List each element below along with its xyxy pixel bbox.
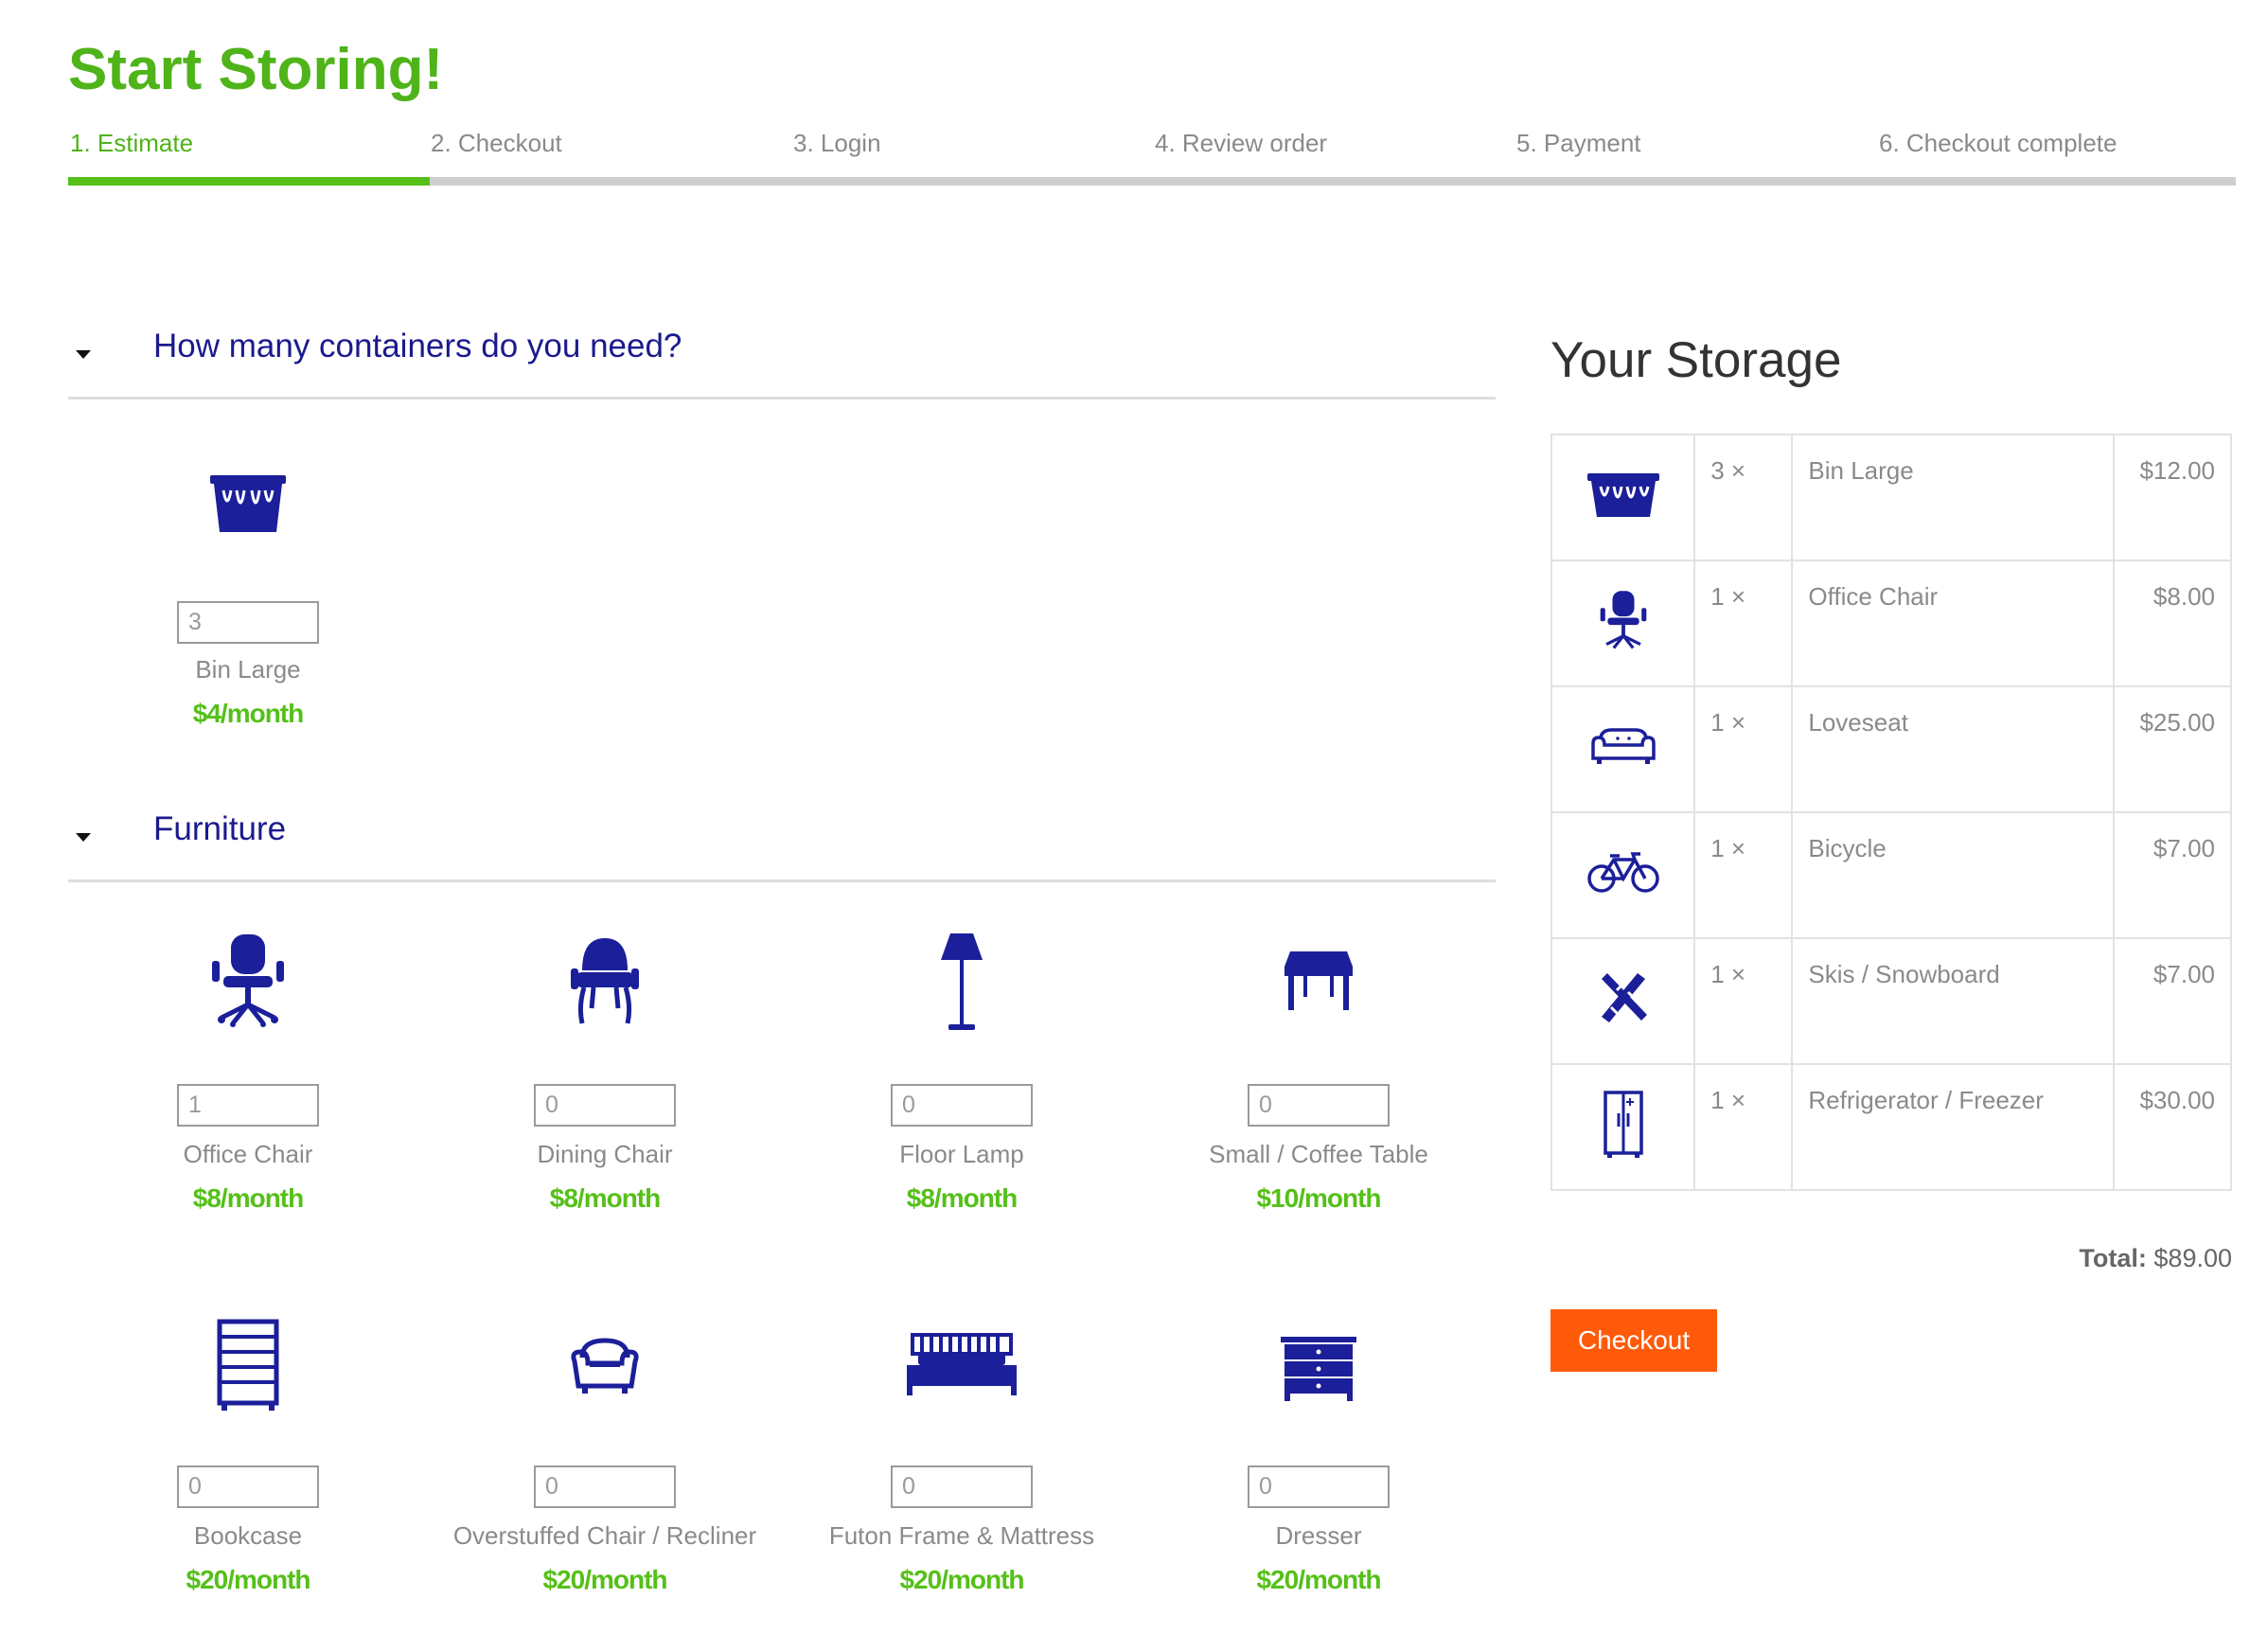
floor-lamp-icon	[941, 933, 983, 1030]
section-divider	[68, 879, 1496, 882]
table-row: 1 × Loveseat $25.00	[1550, 685, 2232, 813]
section-divider	[68, 397, 1496, 400]
row-price: $7.00	[2113, 937, 2232, 1065]
item-price: $20/month	[1256, 1565, 1381, 1594]
total-value: $89.00	[2153, 1244, 2232, 1272]
bookcase-icon	[217, 1319, 279, 1411]
containers-section-header[interactable]: How many containers do you need?	[68, 328, 1496, 384]
floor-lamp-quantity-input[interactable]	[891, 1084, 1033, 1127]
step-progress-fill	[68, 177, 430, 186]
row-price: $8.00	[2113, 559, 2232, 687]
bin-icon	[1586, 473, 1659, 517]
row-price: $7.00	[2113, 811, 2232, 939]
row-name: Loveseat	[1791, 685, 2116, 813]
table-row: 1 × Bicycle $7.00	[1550, 811, 2232, 939]
checkout-button[interactable]: Checkout	[1550, 1309, 1717, 1372]
step-payment[interactable]: 5. Payment	[1516, 129, 1641, 158]
furniture-section-title: Furniture	[153, 810, 287, 847]
item-name: Office Chair	[183, 1140, 313, 1168]
office-chair-icon	[1600, 591, 1646, 649]
item-name: Bookcase	[193, 1521, 303, 1550]
row-name: Refrigerator / Freezer	[1791, 1063, 2116, 1191]
table-row: 1 × Skis / Snowboard $7.00	[1550, 937, 2232, 1065]
row-name: Bicycle	[1791, 811, 2116, 939]
step-estimate[interactable]: 1. Estimate	[70, 129, 193, 158]
row-price: $30.00	[2113, 1063, 2232, 1191]
storage-summary-table: 3 × Bin Large $12.00 1 × Office Chair $8…	[1550, 434, 2232, 1191]
item-price: $4/month	[192, 699, 304, 728]
bookcase-quantity-input[interactable]	[177, 1465, 319, 1508]
row-quantity: 3 ×	[1693, 434, 1794, 561]
office-chair-icon	[212, 934, 284, 1027]
furniture-section-header[interactable]: Furniture	[68, 810, 1496, 867]
bed-icon	[907, 1333, 1017, 1395]
order-total: Total: $89.00	[1550, 1244, 2232, 1273]
item-name: Dining Chair	[537, 1140, 673, 1168]
table-row: 3 × Bin Large $12.00	[1550, 434, 2232, 561]
coffee-table-quantity-input[interactable]	[1248, 1084, 1390, 1127]
dining-chair-quantity-input[interactable]	[534, 1084, 676, 1127]
item-price: $8/month	[192, 1183, 304, 1213]
step-review-order[interactable]: 4. Review order	[1155, 129, 1327, 158]
armchair-quantity-input[interactable]	[534, 1465, 676, 1508]
skis-icon	[1601, 973, 1647, 1022]
item-price: $20/month	[186, 1565, 310, 1594]
item-price: $20/month	[542, 1565, 667, 1594]
item-price: $20/month	[899, 1565, 1024, 1594]
row-price: $25.00	[2113, 685, 2232, 813]
your-storage-title: Your Storage	[1550, 332, 1842, 388]
row-quantity: 1 ×	[1693, 559, 1794, 687]
row-price: $12.00	[2113, 434, 2232, 561]
dresser-icon	[1281, 1337, 1356, 1401]
row-quantity: 1 ×	[1693, 937, 1794, 1065]
armchair-icon	[571, 1338, 639, 1394]
total-label: Total:	[2079, 1244, 2147, 1272]
step-checkout[interactable]: 2. Checkout	[431, 129, 562, 158]
item-price: $10/month	[1256, 1183, 1381, 1213]
row-quantity: 1 ×	[1693, 685, 1794, 813]
row-name: Skis / Snowboard	[1791, 937, 2116, 1065]
row-name: Bin Large	[1791, 434, 2116, 561]
bin-icon	[210, 475, 286, 532]
row-name: Office Chair	[1791, 559, 2116, 687]
row-quantity: 1 ×	[1693, 811, 1794, 939]
item-name: Dresser	[1275, 1521, 1362, 1550]
containers-section-title: How many containers do you need?	[153, 328, 682, 364]
table-row: 1 × Refrigerator / Freezer $30.00	[1550, 1063, 2232, 1191]
page-title: Start Storing!	[68, 37, 444, 102]
caret-down-icon	[76, 350, 91, 359]
caret-down-icon	[76, 833, 91, 842]
table-row: 1 × Office Chair $8.00	[1550, 559, 2232, 687]
step-progress-bar	[68, 177, 2236, 186]
item-price: $8/month	[549, 1183, 661, 1213]
item-name: Futon Frame & Mattress	[828, 1521, 1095, 1550]
item-name: Overstuffed Chair / Recliner	[452, 1521, 757, 1550]
step-checkout-complete[interactable]: 6. Checkout complete	[1879, 129, 2117, 158]
futon-quantity-input[interactable]	[891, 1465, 1033, 1508]
item-name: Small / Coffee Table	[1209, 1140, 1428, 1168]
refrigerator-icon	[1603, 1091, 1643, 1158]
dresser-quantity-input[interactable]	[1248, 1465, 1390, 1508]
item-name: Floor Lamp	[899, 1140, 1024, 1168]
coffee-table-icon	[1285, 951, 1353, 1010]
step-login[interactable]: 3. Login	[793, 129, 881, 158]
bicycle-icon	[1586, 852, 1659, 893]
row-quantity: 1 ×	[1693, 1063, 1794, 1191]
item-name: Bin Large	[195, 655, 301, 684]
bin-large-quantity-input[interactable]	[177, 601, 319, 644]
item-price: $8/month	[906, 1183, 1018, 1213]
dining-chair-icon	[571, 938, 639, 1024]
office-chair-quantity-input[interactable]	[177, 1084, 319, 1127]
sofa-icon	[1590, 728, 1656, 764]
